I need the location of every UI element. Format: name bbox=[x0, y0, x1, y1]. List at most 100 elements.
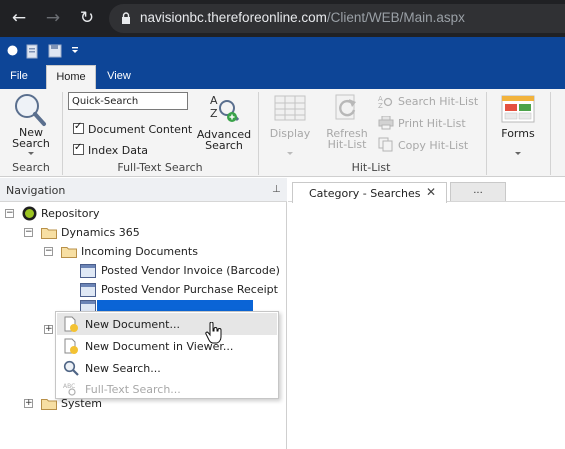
chevron-down-icon bbox=[287, 152, 293, 155]
menu-item-new-document-in-viewer[interactable]: New Document in Viewer... bbox=[57, 335, 277, 357]
document-content-checkbox[interactable] bbox=[73, 121, 84, 134]
forms-icon bbox=[501, 95, 535, 123]
printer-icon bbox=[378, 116, 394, 130]
new-search-label-2: Search bbox=[12, 137, 50, 150]
menu-item-new-search[interactable]: New Search... bbox=[57, 357, 277, 379]
document-icon[interactable] bbox=[26, 44, 40, 59]
tree-label-repository: Repository bbox=[41, 207, 100, 220]
tree-label-posted-vendor-invoice: Posted Vendor Invoice (Barcode) bbox=[101, 264, 280, 277]
group-label-search: Search bbox=[12, 161, 50, 174]
pin-icon[interactable]: ⊥ bbox=[272, 184, 281, 195]
navigation-header: Navigation ⊥ bbox=[0, 178, 287, 202]
category-icon bbox=[80, 283, 96, 297]
advanced-search-button[interactable]: A Z Advanced Search bbox=[196, 91, 252, 151]
menu-label-new-document: New Document... bbox=[85, 318, 180, 331]
copy-hitlist-button[interactable]: Copy Hit-List bbox=[378, 137, 482, 154]
refresh-hitlist-button[interactable]: Refresh Hit-List bbox=[320, 93, 374, 153]
print-hitlist-label: Print Hit-List bbox=[398, 117, 466, 130]
copy-icon bbox=[378, 137, 393, 152]
svg-text:A: A bbox=[210, 94, 218, 107]
svg-text:Z: Z bbox=[210, 107, 218, 120]
folder-icon bbox=[41, 228, 57, 239]
forms-label: Forms bbox=[501, 127, 535, 140]
menu-bar: File Home View bbox=[0, 65, 565, 89]
close-icon[interactable]: ✕ bbox=[426, 185, 436, 199]
back-arrow-icon[interactable]: ← bbox=[8, 7, 30, 29]
menu-label-full-text-search: Full-Text Search... bbox=[85, 383, 181, 396]
tree-node-posted-vendor-invoice[interactable]: Posted Vendor Invoice (Barcode) bbox=[0, 262, 280, 281]
search-hitlist-button[interactable]: A Z Search Hit-List bbox=[378, 93, 482, 110]
reload-icon[interactable]: ↻ bbox=[76, 7, 98, 29]
advanced-search-label-2: Search bbox=[205, 139, 243, 152]
collapse-icon[interactable]: − bbox=[24, 228, 33, 237]
forms-button[interactable]: Forms bbox=[492, 93, 544, 157]
svg-text:Z: Z bbox=[378, 102, 383, 108]
tab-home[interactable]: Home bbox=[46, 65, 96, 89]
display-button[interactable]: Display bbox=[264, 93, 316, 155]
url-text: navisionbc.thereforeonline.com/Client/WE… bbox=[140, 10, 465, 25]
collapse-icon[interactable]: − bbox=[44, 247, 53, 256]
browser-toolbar: ← → ↻ navisionbc.thereforeonline.com/Cli… bbox=[0, 0, 565, 37]
chevron-down-icon bbox=[28, 152, 34, 155]
new-document-viewer-icon bbox=[64, 338, 78, 354]
save-icon[interactable] bbox=[48, 44, 62, 58]
app-title-bar bbox=[0, 37, 565, 65]
expand-icon[interactable]: + bbox=[44, 325, 53, 334]
full-text-search-icon: ABC bbox=[63, 383, 76, 396]
expand-icon[interactable]: + bbox=[24, 399, 33, 408]
search-hitlist-label: Search Hit-List bbox=[398, 95, 479, 108]
hand-cursor-icon bbox=[205, 322, 222, 344]
group-label-full-text-search: Full-Text Search bbox=[117, 161, 203, 174]
more-tabs-button[interactable]: ... bbox=[450, 182, 506, 201]
tab-label-category-searches: Category - Searches bbox=[309, 187, 421, 200]
tree-label-dynamics-365: Dynamics 365 bbox=[61, 226, 140, 239]
tree-node-dynamics-365[interactable]: − Dynamics 365 bbox=[0, 224, 200, 243]
navigation-title: Navigation bbox=[6, 184, 66, 197]
quick-search-input[interactable] bbox=[68, 92, 188, 110]
url-path: /Client/WEB/Main.aspx bbox=[326, 10, 465, 25]
tab-category-searches[interactable]: Category - Searches ✕ bbox=[292, 182, 447, 203]
refresh-icon bbox=[335, 94, 356, 120]
folder-icon bbox=[61, 247, 77, 258]
repository-icon bbox=[22, 206, 37, 221]
menu-label-new-search: New Search... bbox=[85, 362, 161, 375]
chevron-down-icon bbox=[515, 152, 521, 155]
tree-label-posted-vendor-purchase-receipt: Posted Vendor Purchase Receipt bbox=[101, 283, 278, 296]
tab-file[interactable]: File bbox=[2, 65, 36, 89]
content-area: Category - Searches ✕ ... bbox=[288, 178, 565, 449]
az-search-small-icon: A Z bbox=[378, 95, 393, 108]
category-icon bbox=[80, 264, 96, 278]
forward-arrow-icon[interactable]: → bbox=[42, 7, 64, 29]
magnifier-icon bbox=[15, 94, 46, 126]
search-icon bbox=[63, 360, 79, 376]
new-document-icon bbox=[64, 316, 78, 332]
copy-hitlist-label: Copy Hit-List bbox=[398, 139, 469, 152]
collapse-icon[interactable]: − bbox=[5, 209, 14, 218]
table-display-icon bbox=[274, 95, 306, 121]
document-content-label: Document Content bbox=[88, 123, 193, 136]
tree-label-incoming-documents: Incoming Documents bbox=[81, 245, 198, 258]
group-divider bbox=[550, 92, 551, 175]
index-data-checkbox[interactable] bbox=[73, 142, 84, 155]
index-data-label: Index Data bbox=[88, 144, 149, 157]
menu-item-full-text-search[interactable]: ABC Full-Text Search... bbox=[57, 378, 277, 400]
tab-view[interactable]: View bbox=[100, 65, 138, 89]
menu-item-new-document[interactable]: New Document... bbox=[57, 313, 277, 335]
group-divider bbox=[486, 92, 487, 175]
tree-node-repository[interactable]: − Repository bbox=[0, 205, 200, 224]
context-menu: New Document... New Document in Viewer..… bbox=[55, 311, 279, 399]
lock-icon bbox=[122, 12, 130, 24]
address-bar[interactable]: navisionbc.thereforeonline.com/Client/WE… bbox=[109, 4, 565, 33]
customize-toolbar-icon[interactable] bbox=[71, 46, 80, 56]
document-tab-strip: Category - Searches ✕ ... bbox=[288, 178, 565, 203]
print-hitlist-button[interactable]: Print Hit-List bbox=[378, 115, 482, 132]
tree-node-posted-vendor-purchase-receipt[interactable]: Posted Vendor Purchase Receipt bbox=[0, 281, 280, 300]
app-logo-icon bbox=[7, 45, 18, 56]
tree-node-incoming-documents[interactable]: − Incoming Documents bbox=[0, 243, 230, 262]
az-search-icon: A Z bbox=[210, 94, 240, 122]
folder-icon bbox=[41, 399, 57, 410]
group-label-hit-list: Hit-List bbox=[351, 161, 391, 174]
refresh-hitlist-label-2: Hit-List bbox=[327, 138, 367, 151]
display-label: Display bbox=[269, 127, 311, 140]
new-search-button[interactable]: New Search bbox=[4, 91, 58, 155]
